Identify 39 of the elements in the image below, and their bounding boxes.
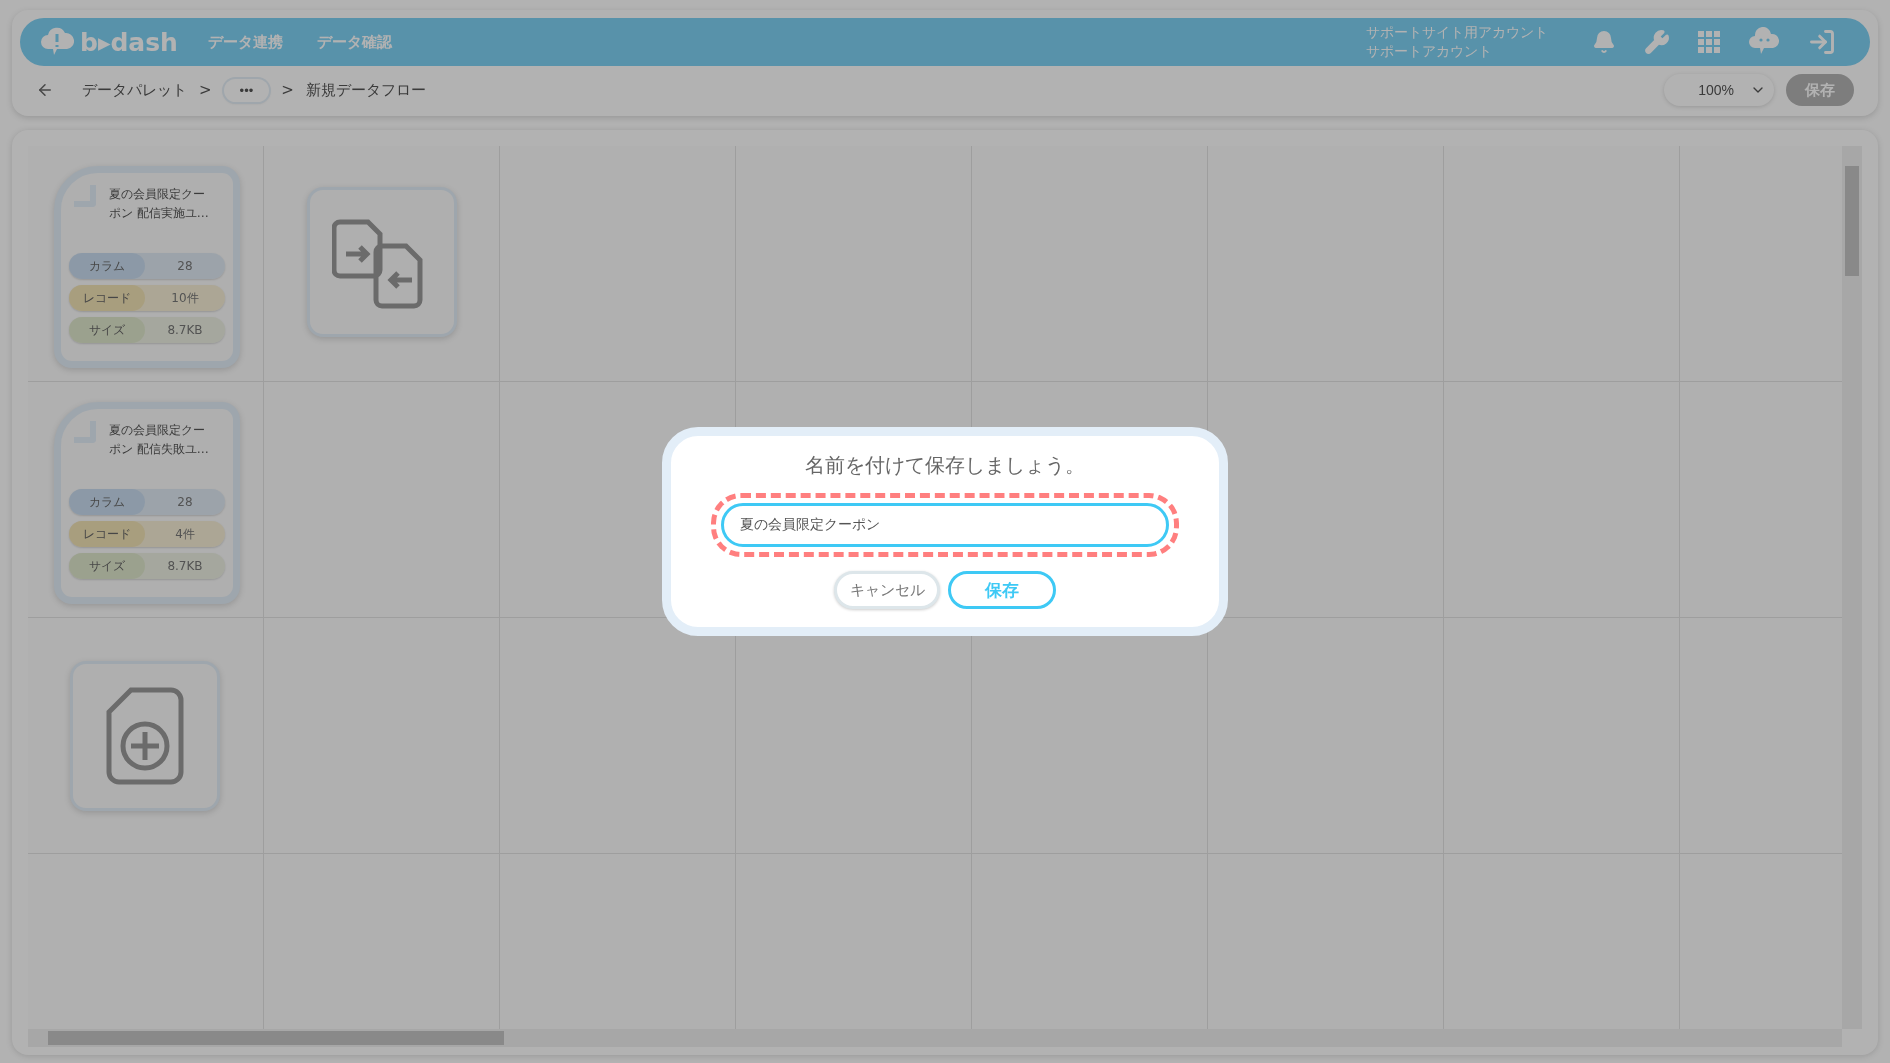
name-input-field[interactable]: 夏の会員限定クーポン [721,503,1169,547]
zoom-select[interactable]: 100% [1664,74,1774,106]
stat-value: 28 [176,259,194,273]
node-title: 夏の会員限定クーポン 配信失敗ユ… [109,422,210,458]
apps-grid-icon[interactable] [1698,31,1720,53]
account-site: サポートサイト用アカウント [1366,23,1548,42]
breadcrumb-current: 新規データフロー [305,80,426,100]
account-name: サポートアカウント [1366,42,1493,61]
sign-in-icon[interactable] [1808,28,1836,56]
stat-label: サイズ [69,553,145,579]
logo-text: b▸dash [80,27,178,57]
breadcrumb-separator: > [281,81,294,99]
stat-value: 4件 [174,525,196,543]
cancel-button[interactable]: キャンセル [834,571,940,609]
horizontal-scrollbar[interactable] [28,1029,1842,1047]
data-file-node[interactable]: 夏の会員限定クーポン 配信失敗ユ… カラム 28 レコード 4件 サイズ 8.7KB [54,402,240,604]
node-title: 夏の会員限定クーポン 配信実施ユ… [109,186,210,222]
stat-label: サイズ [69,317,145,343]
stat-label: レコード [69,285,145,311]
notification-bell-icon[interactable] [1592,30,1616,54]
stat-label: レコード [69,521,145,547]
wrench-icon[interactable] [1644,29,1670,55]
transform-node[interactable] [307,187,457,337]
vertical-scrollbar[interactable] [1842,146,1862,1029]
breadcrumb-separator: > [199,81,212,99]
add-file-node[interactable] [70,661,220,811]
more-button[interactable]: ••• [223,78,270,102]
data-file-node[interactable]: 夏の会員限定クーポン 配信実施ユ… カラム 28 レコード 10件 サイズ 8.7KB [54,166,240,368]
cloud-logo-icon [40,27,74,57]
back-arrow-icon[interactable] [36,81,54,99]
stat-value: 8.7KB [166,559,204,573]
dialog-title: 名前を付けて保存しましょう。 [805,452,1085,479]
file-add-icon [105,686,185,786]
stat-value: 28 [176,495,194,509]
stat-value: 10件 [170,289,200,307]
stat-label: カラム [69,253,145,279]
breadcrumb-link[interactable]: データパレット [82,80,187,100]
stat-value: 8.7KB [166,323,204,337]
stat-label: カラム [69,489,145,515]
